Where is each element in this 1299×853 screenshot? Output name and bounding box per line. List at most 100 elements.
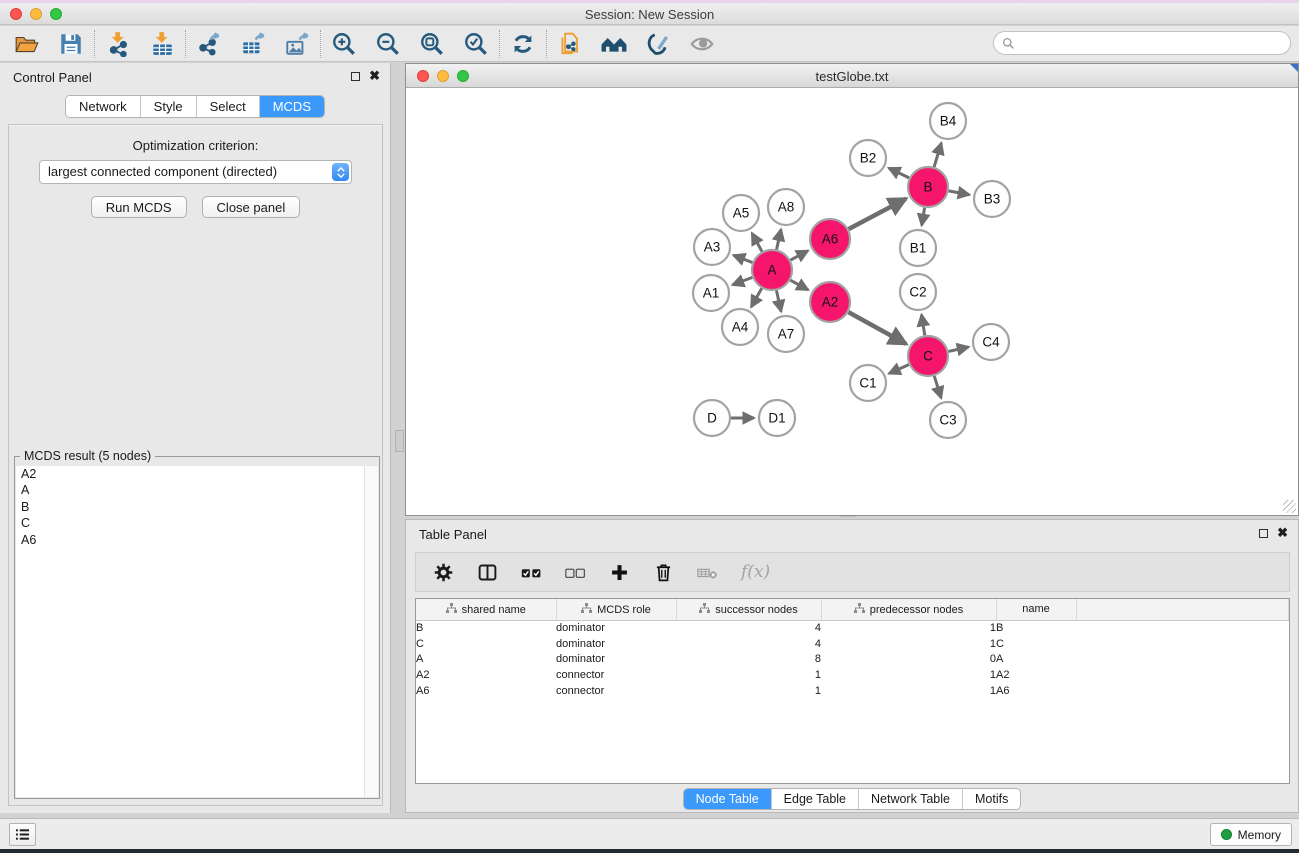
show-hide-details-button[interactable] <box>636 28 680 60</box>
zoom-in-button[interactable] <box>322 28 366 60</box>
zoom-out-button[interactable] <box>366 28 410 60</box>
graph-edge-A-A2[interactable] <box>790 280 808 290</box>
network-window-titlebar[interactable]: testGlobe.txt <box>406 64 1298 88</box>
table-options-button[interactable] <box>433 562 454 583</box>
birds-eye-view-button[interactable] <box>680 28 724 60</box>
vertical-splitter-handle[interactable] <box>395 430 404 452</box>
table-cell[interactable]: A2 <box>996 667 1076 683</box>
tab-network-table[interactable]: Network Table <box>858 789 962 809</box>
zoom-fit-button[interactable] <box>410 28 454 60</box>
show-column-panel-button[interactable] <box>477 562 498 583</box>
table-cell[interactable]: dominator <box>556 636 676 652</box>
graph-node-A6[interactable]: A6 <box>810 219 850 259</box>
task-history-button[interactable] <box>9 823 36 846</box>
tab-motifs[interactable]: Motifs <box>962 789 1020 809</box>
function-builder-button[interactable]: f(x) <box>741 562 770 582</box>
close-table-panel-icon[interactable]: ✖ <box>1277 528 1288 538</box>
table-cell[interactable]: A <box>416 651 556 667</box>
table-cell[interactable]: A6 <box>996 683 1076 699</box>
column-header-successor-nodes[interactable]: successor nodes <box>676 599 821 620</box>
table-cell[interactable]: B <box>416 620 556 636</box>
create-column-button[interactable] <box>609 562 630 583</box>
tab-select[interactable]: Select <box>196 96 259 117</box>
tab-mcds[interactable]: MCDS <box>259 96 324 117</box>
graph-node-A7[interactable]: A7 <box>768 316 804 352</box>
graph-node-C1[interactable]: C1 <box>850 365 886 401</box>
select-all-columns-button[interactable] <box>521 562 542 583</box>
graph-node-A4[interactable]: A4 <box>722 309 758 345</box>
table-cell[interactable]: 1 <box>821 636 996 652</box>
mcds-result-item[interactable]: A <box>16 482 378 498</box>
import-table-button[interactable] <box>140 28 184 60</box>
graph-edge-A-A5[interactable] <box>752 233 762 251</box>
table-row[interactable]: Adominator80A <box>416 651 1289 667</box>
criterion-dropdown[interactable]: largest connected component (directed) <box>39 160 352 184</box>
graph-node-A3[interactable]: A3 <box>694 229 730 265</box>
graph-node-A2[interactable]: A2 <box>810 282 850 322</box>
graph-edge-C-C2[interactable] <box>922 315 925 336</box>
search-input[interactable] <box>1020 34 1290 52</box>
graph-edge-A2-C[interactable] <box>848 312 906 344</box>
graph-edge-B-B3[interactable] <box>949 191 970 195</box>
export-table-button[interactable] <box>231 28 275 60</box>
mcds-result-item[interactable]: B <box>16 499 378 515</box>
network-canvas[interactable]: B4B2BB3A5A8A6A3AB1A1A2C2A4A7C4CC1C3DD1 <box>406 89 1298 515</box>
table-cell[interactable]: C <box>996 636 1076 652</box>
table-cell[interactable]: 1 <box>821 620 996 636</box>
close-panel-button[interactable]: Close panel <box>202 196 301 218</box>
mcds-result-list[interactable]: A2ABCA6 <box>16 466 378 797</box>
table-cell[interactable]: A6 <box>416 683 556 699</box>
memory-button[interactable]: Memory <box>1210 823 1292 846</box>
graph-edge-B-B2[interactable] <box>889 168 909 178</box>
mcds-result-item[interactable]: A2 <box>16 466 378 482</box>
column-header-name[interactable]: name <box>996 599 1076 620</box>
table-row[interactable]: Bdominator41B <box>416 620 1289 636</box>
graph-edge-A-A3[interactable] <box>733 255 752 262</box>
home-pair-button[interactable] <box>592 28 636 60</box>
graph-node-A8[interactable]: A8 <box>768 189 804 225</box>
graph-node-B4[interactable]: B4 <box>930 103 966 139</box>
table-cell[interactable]: C <box>416 636 556 652</box>
export-network-button[interactable] <box>187 28 231 60</box>
graph-edge-C-C4[interactable] <box>948 347 968 351</box>
graph-node-D1[interactable]: D1 <box>759 400 795 436</box>
table-cell[interactable]: dominator <box>556 620 676 636</box>
graph-edge-A-A1[interactable] <box>733 277 753 284</box>
mcds-result-item[interactable]: C <box>16 515 378 531</box>
refresh-button[interactable] <box>501 28 545 60</box>
graph-node-C2[interactable]: C2 <box>900 274 936 310</box>
graph-edge-A-A8[interactable] <box>777 229 781 249</box>
column-header-MCDS-role[interactable]: MCDS role <box>556 599 676 620</box>
graph-node-D[interactable]: D <box>694 400 730 436</box>
graph-edge-A-A6[interactable] <box>791 251 808 260</box>
table-cell[interactable]: A <box>996 651 1076 667</box>
graph-node-B1[interactable]: B1 <box>900 230 936 266</box>
close-panel-icon[interactable]: ✖ <box>369 71 380 81</box>
table-cell[interactable]: 8 <box>676 651 821 667</box>
open-session-button[interactable] <box>5 28 49 60</box>
zoom-selected-button[interactable] <box>454 28 498 60</box>
table-cell[interactable]: A2 <box>416 667 556 683</box>
delete-table-button[interactable] <box>697 562 718 583</box>
graph-node-C3[interactable]: C3 <box>930 402 966 438</box>
delete-column-button[interactable] <box>653 562 674 583</box>
table-cell[interactable]: B <box>996 620 1076 636</box>
table-cell[interactable]: connector <box>556 667 676 683</box>
graph-edge-C-C1[interactable] <box>889 365 909 374</box>
graph-edge-B-B1[interactable] <box>922 208 925 226</box>
graph-node-C[interactable]: C <box>908 336 948 376</box>
tab-network[interactable]: Network <box>66 96 140 117</box>
network-graph[interactable]: B4B2BB3A5A8A6A3AB1A1A2C2A4A7C4CC1C3DD1 <box>406 89 1298 516</box>
resize-grip-icon[interactable] <box>1283 500 1296 513</box>
table-row[interactable]: A2connector11A2 <box>416 667 1289 683</box>
result-list-scrollbar[interactable] <box>364 466 378 797</box>
graph-node-A[interactable]: A <box>752 250 792 290</box>
save-session-button[interactable] <box>49 28 93 60</box>
graph-node-B2[interactable]: B2 <box>850 140 886 176</box>
graph-edge-A6-B[interactable] <box>849 199 906 229</box>
table-cell[interactable]: 1 <box>676 667 821 683</box>
float-table-panel-icon[interactable] <box>1259 529 1268 538</box>
graph-node-A5[interactable]: A5 <box>723 195 759 231</box>
graph-edge-C-C3[interactable] <box>934 376 941 398</box>
float-panel-icon[interactable] <box>351 72 360 81</box>
